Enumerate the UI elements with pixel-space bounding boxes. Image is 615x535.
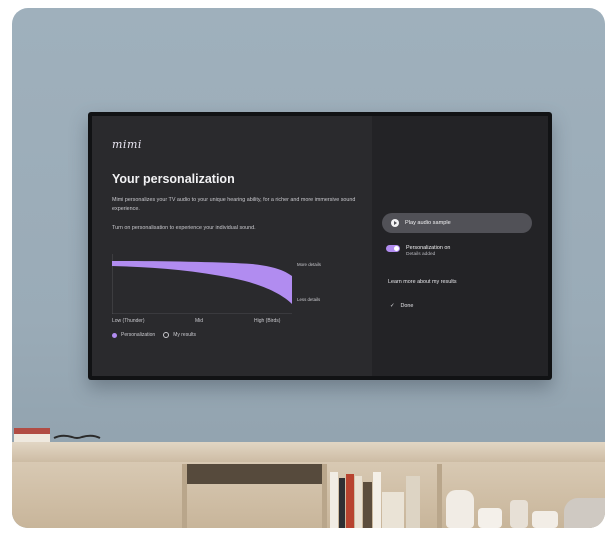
x-label-low: Low (Thunder) <box>112 318 145 324</box>
legend-dot-personalization-icon <box>112 332 117 338</box>
pencil-holder <box>510 500 528 528</box>
description-text: Mimi personalizes your TV audio to your … <box>112 197 356 212</box>
page-title: Your personalization <box>112 172 235 186</box>
personalization-chart <box>112 254 292 314</box>
x-label-mid: Mid <box>195 318 204 324</box>
done-label: Done <box>400 303 414 309</box>
check-icon: ✓ <box>390 303 395 309</box>
legend-personalization[interactable]: Personalization <box>121 332 155 338</box>
chart-label-less: Less details <box>297 297 321 302</box>
personalization-toggle-row[interactable]: Personalization on Details added <box>386 244 450 257</box>
done-button[interactable]: ✓ Done <box>390 303 413 309</box>
play-label: Play audio sample <box>405 220 451 226</box>
room-photo: mimi Your personalization Mimi personali… <box>12 8 605 528</box>
x-label-high: High (Birds) <box>254 318 281 324</box>
tv: mimi Your personalization Mimi personali… <box>88 112 552 380</box>
vase <box>446 490 474 528</box>
sideboard-divider <box>437 464 442 528</box>
legend-dot-results-icon <box>163 332 170 338</box>
tv-screen: mimi Your personalization Mimi personali… <box>92 116 548 376</box>
play-audio-sample-button[interactable]: Play audio sample <box>382 213 532 233</box>
sideboard-divider <box>322 464 327 528</box>
sideboard-top <box>12 442 605 462</box>
mimi-logo: mimi <box>112 138 142 151</box>
bowl <box>532 511 558 528</box>
chart-label-more: More details <box>297 262 321 267</box>
stacked-book <box>14 434 50 442</box>
personalization-label: Personalization on <box>406 245 451 251</box>
sideboard-divider <box>182 464 187 528</box>
personalization-toggle[interactable] <box>386 245 400 252</box>
actions-pane: Play audio sample Personalization on Det… <box>372 116 548 376</box>
sideboard-opening <box>187 464 322 484</box>
legend-my-results[interactable]: My results <box>173 332 196 338</box>
learn-more-link[interactable]: Learn more about my results <box>388 279 457 285</box>
stool <box>564 498 605 528</box>
instruction-text: Turn on personalisation to experience yo… <box>112 225 256 231</box>
personalization-info-pane: mimi Your personalization Mimi personali… <box>92 116 372 376</box>
chart-legend: Personalization My results <box>112 332 196 338</box>
cup <box>478 508 502 528</box>
personalization-sub: Details added <box>406 252 436 257</box>
play-icon <box>391 219 399 227</box>
bookshelf-books <box>330 470 430 528</box>
personalization-area <box>112 261 292 304</box>
